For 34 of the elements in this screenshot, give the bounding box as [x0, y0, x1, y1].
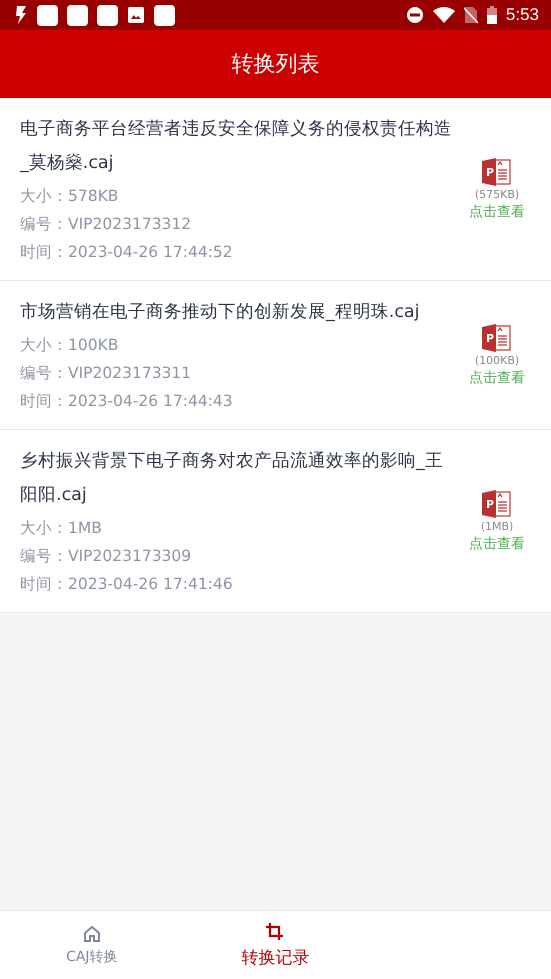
file-name: 电子商务平台经营者违反安全保障义务的侵权责任构造_莫杨燊.caj: [20, 118, 453, 175]
nav-tab[interactable]: CAJ转换: [0, 911, 184, 979]
no-sim-icon: [464, 6, 478, 24]
notification-icon: [67, 4, 88, 26]
converted-size: (575KB): [474, 188, 520, 200]
file-time: 时间：2023-04-26 17:44:52: [20, 242, 234, 263]
file-time: 时间：2023-04-26 17:41:46: [20, 574, 234, 595]
file-number: 编号：VIP2023173309: [20, 546, 192, 567]
file-size: 大小：578KB: [20, 186, 120, 207]
bolt-icon: [14, 5, 28, 25]
status-time: 5:53: [506, 5, 539, 25]
battery-icon: [486, 6, 497, 24]
file-number: 编号：VIP2023173312: [20, 214, 192, 235]
file-number: 编号：VIP2023173311: [20, 363, 192, 384]
converted-size: (100KB): [474, 354, 520, 366]
notification-icon: [154, 4, 175, 26]
crop-icon: [265, 922, 286, 942]
converted-size: (1MB): [480, 520, 514, 532]
file-size: 大小：100KB: [20, 335, 120, 356]
file-name: 乡村振兴背景下电子商务对农产品流通效率的影响_王阳阳.caj: [20, 450, 444, 507]
file-item[interactable]: 电子商务平台经营者违反安全保障义务的侵权责任构造_莫杨燊.caj 大小：578KB 编号：VIP2023173312 时间：2023-04-26 17:44:52 P (575KB) 点击查看: [0, 98, 551, 281]
do-not-disturb-icon: [406, 6, 424, 24]
file-name: 市场营销在电子商务推动下的创新发展_程明珠.caj: [20, 301, 421, 324]
home-icon: [82, 924, 102, 944]
nav-tab[interactable]: 转换记录: [184, 911, 368, 979]
notification-icon: [97, 4, 118, 26]
header-title: 转换列表: [232, 51, 320, 79]
file-item[interactable]: 乡村振兴背景下电子商务对农产品流通效率的影响_王阳阳.caj 大小：1MB 编号：VIP2023173309 时间：2023-04-26 17:41:46 P (1MB) 点击查看: [0, 430, 551, 613]
file-item[interactable]: 市场营销在电子商务推动下的创新发展_程明珠.caj 大小：100KB 编号：VIP2023173311 时间：2023-04-26 17:44:43 P (100KB) 点击查看: [0, 281, 551, 430]
wifi-icon: [432, 7, 455, 23]
file-time: 时间：2023-04-26 17:44:43: [20, 391, 234, 412]
notification-icon: [37, 4, 58, 26]
file-size: 大小：1MB: [20, 518, 103, 539]
image-icon: [127, 6, 145, 24]
